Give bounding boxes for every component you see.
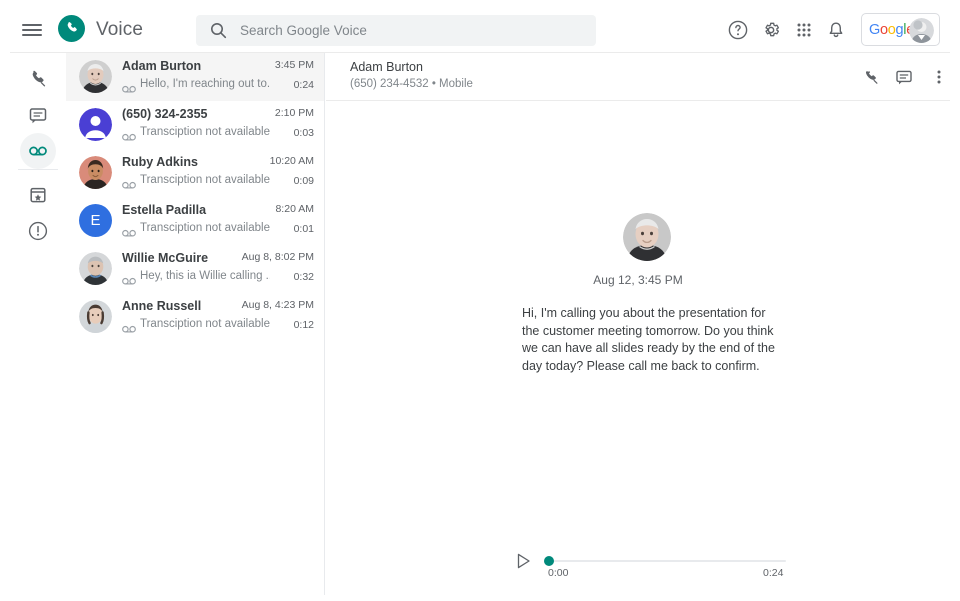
conversation-preview: Transciption not available <box>140 174 270 186</box>
settings-gear-icon[interactable] <box>760 19 782 41</box>
google-letter-g: G <box>869 22 880 38</box>
conversation-duration: 0:03 <box>294 127 314 139</box>
conversation-duration: 0:01 <box>294 223 314 235</box>
voicemail-conversation-list[interactable]: Adam Burton Hello, I'm reaching out to...… <box>66 53 325 595</box>
conversation-row[interactable]: Anne Russell Transciption not available Au… <box>66 293 324 341</box>
sidebar-item-info[interactable] <box>20 213 56 249</box>
voicemail-icon <box>122 129 136 138</box>
detail-more-options-icon[interactable] <box>931 67 947 87</box>
voicemail-icon <box>122 225 136 234</box>
conversation-avatar <box>79 300 112 333</box>
conversation-avatar <box>79 108 112 141</box>
audio-player: 0:00 0:24 <box>326 537 950 595</box>
conversation-time: 8:20 AM <box>275 203 314 215</box>
google-wordmark: Google <box>869 22 914 38</box>
hamburger-menu-icon[interactable] <box>20 18 44 42</box>
search-input[interactable] <box>238 15 588 46</box>
conversation-time: 3:45 PM <box>275 59 314 71</box>
contact-avatar-large <box>623 213 671 261</box>
conversation-name: (650) 324-2355 <box>122 107 207 121</box>
voicemail-detail-pane: Adam Burton (650) 234-4532 • Mobile <box>326 53 950 595</box>
voicemail-icon <box>27 140 49 162</box>
conversation-preview: Hello, I'm reaching out to... <box>140 78 270 90</box>
sidebar-item-voicemail[interactable] <box>20 133 56 169</box>
detail-contact-name: Adam Burton <box>350 60 423 74</box>
conversation-time: 2:10 PM <box>275 107 314 119</box>
archive-calendar-icon <box>27 184 49 206</box>
account-avatar[interactable] <box>909 18 934 43</box>
sidebar-item-archived[interactable] <box>20 177 56 213</box>
conversation-preview: Transciption not available <box>140 126 270 138</box>
google-letter-o2: o <box>888 22 896 38</box>
conversation-duration: 0:12 <box>294 319 314 331</box>
detail-header: Adam Burton (650) 234-4532 • Mobile <box>326 53 950 101</box>
conversation-time: Aug 8, 8:02 PM <box>242 251 314 263</box>
conversation-avatar <box>79 60 112 93</box>
search-bar[interactable] <box>196 15 596 46</box>
left-navigation-rail <box>10 53 66 595</box>
sidebar-item-messages[interactable] <box>20 97 56 133</box>
app-header: Voice <box>10 6 950 53</box>
conversation-row[interactable]: (650) 324-2355 Transciption not available… <box>66 101 324 149</box>
audio-progress-knob[interactable] <box>544 556 554 566</box>
conversation-avatar <box>79 156 112 189</box>
conversation-row[interactable]: Adam Burton Hello, I'm reaching out to...… <box>66 53 324 101</box>
conversation-time: 10:20 AM <box>270 155 314 167</box>
conversation-preview: Hey, this ia Willie calling ... <box>140 270 270 282</box>
conversation-time: Aug 8, 4:23 PM <box>242 299 314 311</box>
play-icon[interactable] <box>514 552 532 570</box>
search-icon <box>210 22 227 39</box>
voicemail-timestamp: Aug 12, 3:45 PM <box>326 273 950 287</box>
conversation-name: Ruby Adkins <box>122 155 198 169</box>
detail-call-icon[interactable] <box>861 67 881 87</box>
conversation-avatar: E <box>79 204 112 237</box>
audio-total-time: 0:24 <box>763 567 783 579</box>
conversation-preview: Transciption not available <box>140 222 270 234</box>
google-voice-window: Voice <box>10 6 950 595</box>
google-voice-logo <box>56 14 87 45</box>
voicemail-transcript: Hi, I'm calling you about the presentati… <box>522 305 778 375</box>
conversation-duration: 0:32 <box>294 271 314 283</box>
google-letter-o1: o <box>880 22 888 38</box>
phone-icon <box>27 68 49 90</box>
help-icon[interactable] <box>727 19 749 41</box>
conversation-name: Willie McGuire <box>122 251 208 265</box>
conversation-duration: 0:24 <box>294 79 314 91</box>
conversation-preview: Transciption not available <box>140 318 270 330</box>
info-icon <box>27 220 49 242</box>
sidebar-divider <box>18 169 58 170</box>
google-account-chip[interactable]: Google <box>861 13 940 46</box>
conversation-row[interactable]: Willie McGuire Hey, this ia Willie callin… <box>66 245 324 293</box>
audio-current-time: 0:00 <box>548 567 568 579</box>
google-apps-grid-icon[interactable] <box>793 19 815 41</box>
app-title: Voice <box>96 19 143 41</box>
voicemail-icon <box>122 273 136 282</box>
voicemail-icon <box>122 321 136 330</box>
detail-contact-number: (650) 234-4532 • Mobile <box>350 78 473 90</box>
message-icon <box>27 104 49 126</box>
voicemail-icon <box>122 177 136 186</box>
conversation-duration: 0:09 <box>294 175 314 187</box>
detail-message-icon[interactable] <box>894 67 914 87</box>
conversation-name: Anne Russell <box>122 299 201 313</box>
notifications-bell-icon[interactable] <box>825 19 847 41</box>
conversation-row[interactable]: Ruby Adkins Transciption not available10:… <box>66 149 324 197</box>
audio-progress-slider[interactable] <box>548 560 786 562</box>
conversation-avatar <box>79 252 112 285</box>
sidebar-item-calls[interactable] <box>20 61 56 97</box>
conversation-name: Estella Padilla <box>122 203 206 217</box>
voicemail-icon <box>122 81 136 90</box>
conversation-name: Adam Burton <box>122 59 201 73</box>
conversation-row[interactable]: E Estella Padilla Transciption not availab… <box>66 197 324 245</box>
